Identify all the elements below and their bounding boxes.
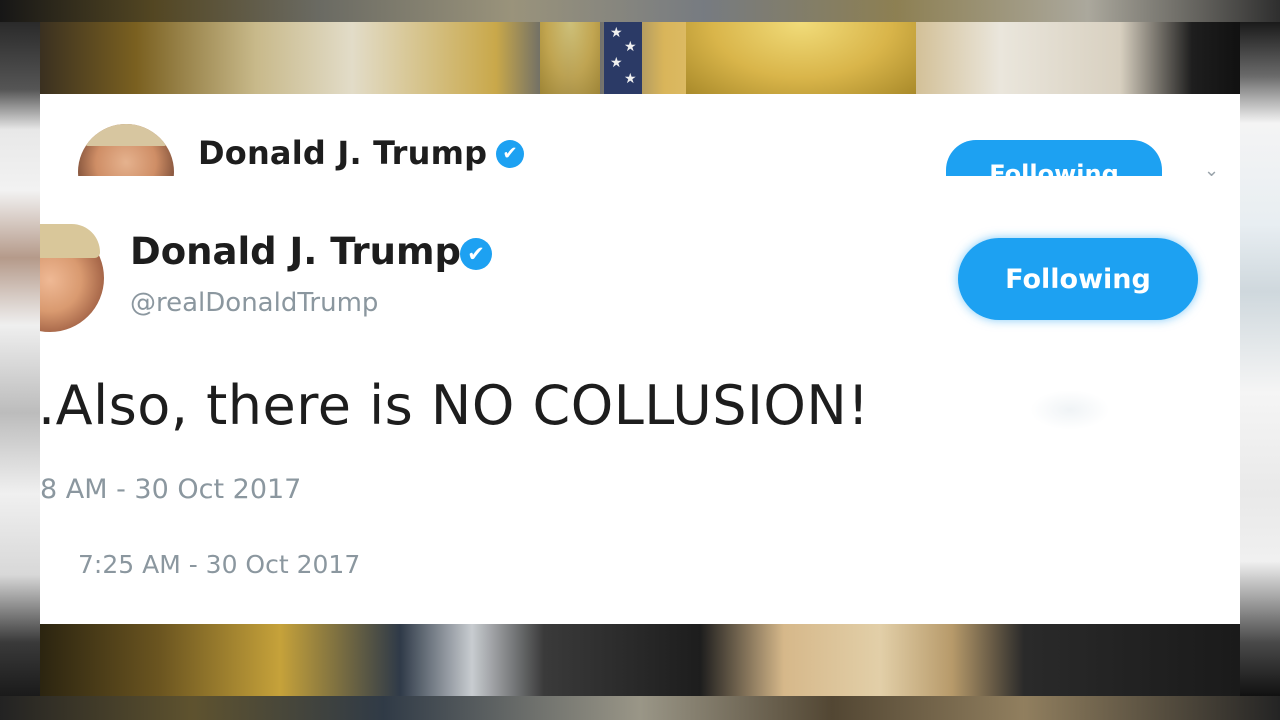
following-button[interactable]: Following (946, 140, 1162, 176)
back-tweet-timestamp[interactable]: 7:25 AM - 30 Oct 2017 (78, 550, 360, 579)
star-icon: ★ (610, 25, 623, 41)
star-icon: ★ (610, 55, 623, 71)
blurred-left-band (0, 22, 40, 696)
avatar[interactable] (40, 224, 104, 332)
following-button-label: Following (989, 160, 1119, 176)
verified-badge-icon: ✔ (496, 140, 524, 168)
blurred-bottom-band (0, 696, 1280, 720)
flag: ★ ★ ★ ★ (604, 22, 642, 94)
blurred-right-band (1240, 22, 1280, 696)
curtain-drape (540, 22, 600, 94)
blurred-top-band (0, 0, 1280, 22)
tweet-author-handle[interactable]: @realDonaldTrump (130, 288, 378, 318)
tweet-text: .Also, there is NO COLLUSION! (38, 374, 870, 437)
background-scene-bottom (40, 624, 1240, 696)
tweet-author-name[interactable]: Donald J. Trump (130, 230, 461, 273)
card-overlap-edge (40, 176, 1240, 216)
back-tweet-author-name[interactable]: Donald J. Trump (198, 134, 487, 172)
curtain-drape (686, 22, 916, 94)
video-frame: ★ ★ ★ ★ Donald J. Trump ✔ Following ⌄ Do… (0, 0, 1280, 720)
verified-badge-icon: ✔ (460, 238, 492, 270)
tweet-timestamp[interactable]: 8 AM - 30 Oct 2017 (40, 474, 301, 505)
avatar-hair (40, 224, 100, 258)
star-icon: ★ (624, 39, 637, 55)
faded-overlay (1030, 390, 1110, 430)
star-icon: ★ (624, 71, 637, 87)
following-button[interactable]: Following (958, 238, 1198, 320)
